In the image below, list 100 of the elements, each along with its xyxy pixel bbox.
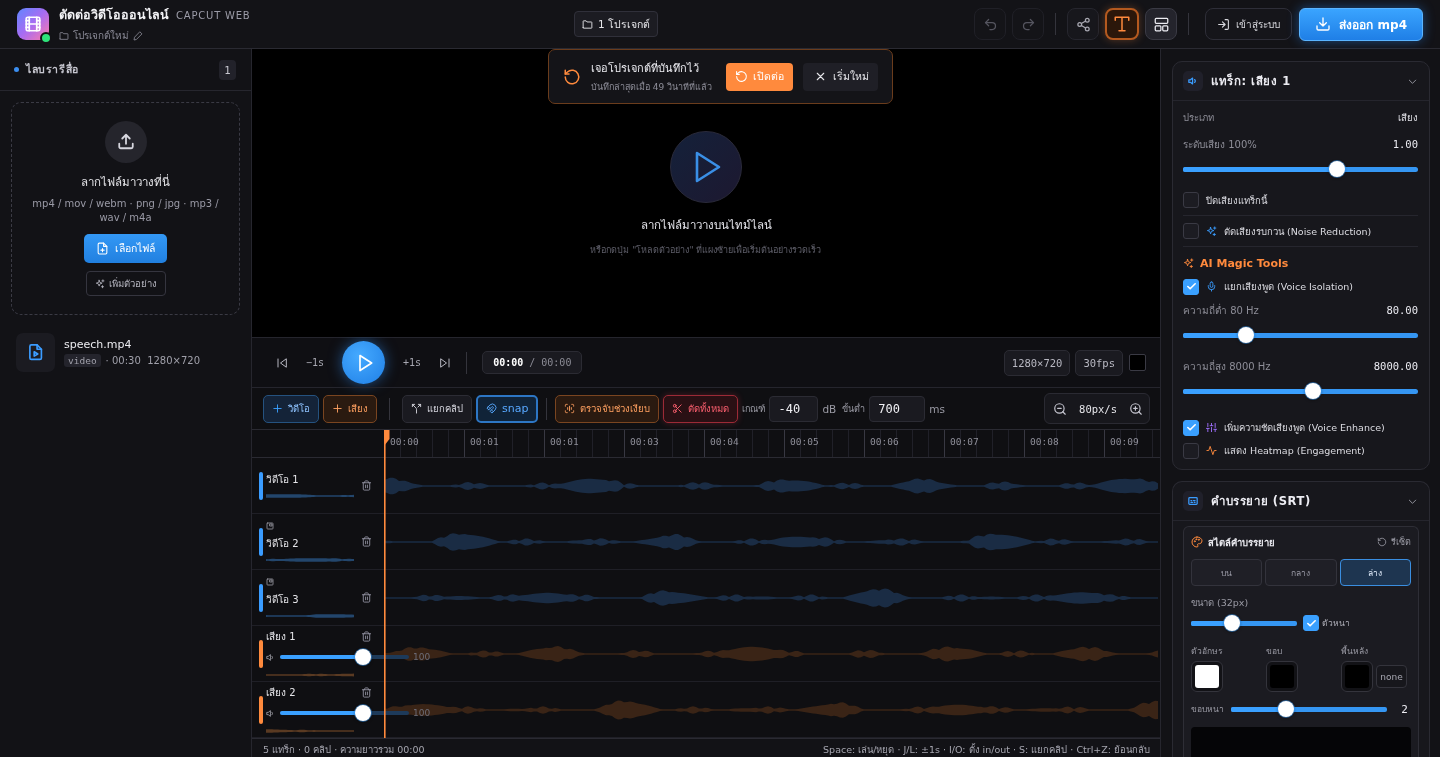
add-sample-button[interactable]: เพิ่มตัวอย่าง [85, 271, 166, 296]
track-name: วิดีโอ 2 [266, 536, 299, 551]
time-label: 00:07 [950, 436, 979, 447]
time-label: 00:01 [550, 436, 579, 447]
trash-icon[interactable] [361, 592, 372, 603]
share-icon [1075, 16, 1091, 32]
slider-handle[interactable] [1277, 701, 1294, 717]
snap-button[interactable]: snap [476, 394, 539, 423]
option-label: แยกเสียงพูด (Voice Isolation) [1224, 280, 1353, 294]
option-label: แสดง Heatmap (Engagement) [1224, 444, 1365, 458]
back-one-second-button[interactable]: −1s [306, 357, 325, 368]
preview-title: ลากไฟล์มาวางบนไทม์ไลน์ [640, 217, 772, 234]
play-icon[interactable] [670, 131, 742, 203]
position-option[interactable]: บน [1191, 559, 1263, 586]
add-video-button[interactable]: วิดีโอ [263, 394, 319, 423]
add-audio-button[interactable]: เสียง [323, 394, 377, 423]
style-title: สไตล์คำบรรยาย [1208, 535, 1275, 550]
checkbox[interactable] [1183, 419, 1199, 436]
option-label: เพิ่มความชัดเสียงพูด (Voice Enhance) [1224, 420, 1385, 435]
plus-icon [332, 403, 343, 414]
magnet-icon [486, 403, 497, 414]
time-label: 00:03 [630, 436, 659, 447]
slider-value: 8000.00 [1373, 360, 1418, 372]
pencil-icon[interactable] [133, 30, 143, 41]
slider-handle[interactable] [1328, 161, 1345, 177]
checkbox[interactable] [1183, 442, 1199, 459]
threshold-field[interactable]: -40 [769, 395, 819, 422]
skip-back-button[interactable] [276, 356, 288, 369]
slider-handle[interactable] [1305, 383, 1322, 399]
trash-icon[interactable] [361, 536, 372, 547]
color-swatch-icon[interactable] [1129, 354, 1146, 371]
volume-value: 100 [413, 652, 431, 662]
position-option[interactable]: กลาง [1265, 559, 1337, 586]
slider-label: ความถี่สูง 8000 Hz [1183, 358, 1271, 374]
share-button[interactable] [1067, 8, 1100, 40]
cut-all-button[interactable]: ตัดทั้งหมด [663, 394, 739, 423]
zoom-out-button[interactable] [1053, 401, 1068, 416]
text-tool-button[interactable] [1105, 8, 1140, 40]
start-new-button[interactable]: เริ่มใหม่ [803, 62, 878, 91]
slider-label: ความถี่ต่ำ 80 Hz [1183, 302, 1259, 318]
checkbox[interactable] [1183, 278, 1199, 295]
track-marker-icon [259, 695, 263, 724]
checkbox[interactable] [1183, 223, 1199, 239]
sparkle-icon [94, 278, 105, 289]
trash-icon[interactable] [361, 687, 372, 698]
layout-button[interactable] [1145, 8, 1178, 40]
field-label: ประเภท [1183, 110, 1214, 125]
banner-title: เจอโปรเจกต์ที่บันทึกไว้ [591, 59, 700, 77]
trash-icon[interactable] [361, 631, 372, 642]
reset-button[interactable]: รีเซ็ต [1377, 535, 1411, 549]
zoom-in-button[interactable] [1129, 401, 1143, 416]
projects-button[interactable]: 1 โปรเจกต์ [574, 11, 659, 37]
min-duration-field[interactable]: 700 [869, 395, 926, 422]
no-background-button[interactable]: none [1376, 665, 1407, 688]
choose-file-button[interactable]: เลือกไฟล์ [84, 234, 167, 263]
login-icon [1217, 17, 1231, 31]
supported-formats: mp4 / mov / webm · png / jpg · mp3 / wav / m4a [31, 197, 220, 225]
play-button[interactable] [342, 341, 386, 384]
checkbox[interactable] [1303, 615, 1319, 631]
speaker-icon [1183, 71, 1203, 91]
project-name[interactable]: โปรเจกต์ใหม่ [73, 28, 129, 43]
login-button[interactable]: เข้าสู่ระบบ [1205, 8, 1293, 40]
resolution-tag: 1280×720 [1003, 349, 1071, 376]
check-icon [1185, 422, 1197, 433]
trash-icon[interactable] [361, 480, 372, 491]
option-label: ปิดเสียงแทร็กนี้ [1206, 193, 1267, 208]
speaker-icon [266, 708, 275, 718]
checkbox[interactable] [1183, 192, 1199, 208]
min-duration-label: ขั้นต่ำ [842, 402, 866, 416]
slider-handle[interactable] [1224, 615, 1241, 631]
video-file-icon[interactable] [16, 333, 55, 372]
drop-zone[interactable]: ลากไฟล์มาวางที่นี่ mp4 / mov / webm · png / jpg · mp3 / wav / m4a เลือกไฟล์ เพิ่มตัวอย่าง [11, 102, 240, 315]
time-label: 00:01 [470, 436, 499, 447]
status-summary: 5 แทร็ก · 0 คลิป · ความยาวรวม 00:00 [263, 742, 425, 757]
time-label: 00:06 [870, 436, 899, 447]
min-duration-unit: ms [929, 402, 945, 415]
zoom-out-icon [1053, 401, 1068, 416]
playhead[interactable] [384, 430, 390, 738]
slider-handle[interactable] [1238, 327, 1255, 343]
section-heading: AI Magic Tools [1200, 256, 1289, 270]
forward-one-second-button[interactable]: +1s [403, 357, 422, 368]
file-name: speech.mp4 [64, 338, 133, 351]
split-clip-button[interactable]: แยกคลิป [402, 394, 472, 423]
skip-back-icon [276, 356, 288, 369]
slider-label: ระดับเสียง 100% [1183, 137, 1257, 152]
threshold-label: เกณฑ์ [742, 402, 766, 416]
skip-forward-button[interactable] [439, 356, 452, 369]
slider-handle[interactable] [354, 705, 371, 721]
zoom-in-icon [1129, 401, 1143, 416]
panel-title: แทร็ก: เสียง 1 [1211, 72, 1291, 90]
upload-icon [104, 121, 147, 163]
slider-value: 80.00 [1386, 304, 1418, 316]
text-icon [1113, 15, 1132, 33]
field-value: เสียง [1398, 110, 1418, 125]
slider-handle[interactable] [354, 649, 371, 665]
detect-silence-button[interactable]: ตรวจจับช่วงเงียบ [555, 394, 660, 423]
split-icon [411, 403, 422, 414]
position-option[interactable]: ล่าง [1339, 559, 1411, 586]
folder-icon [582, 18, 593, 30]
time-label: 00:05 [790, 436, 819, 447]
